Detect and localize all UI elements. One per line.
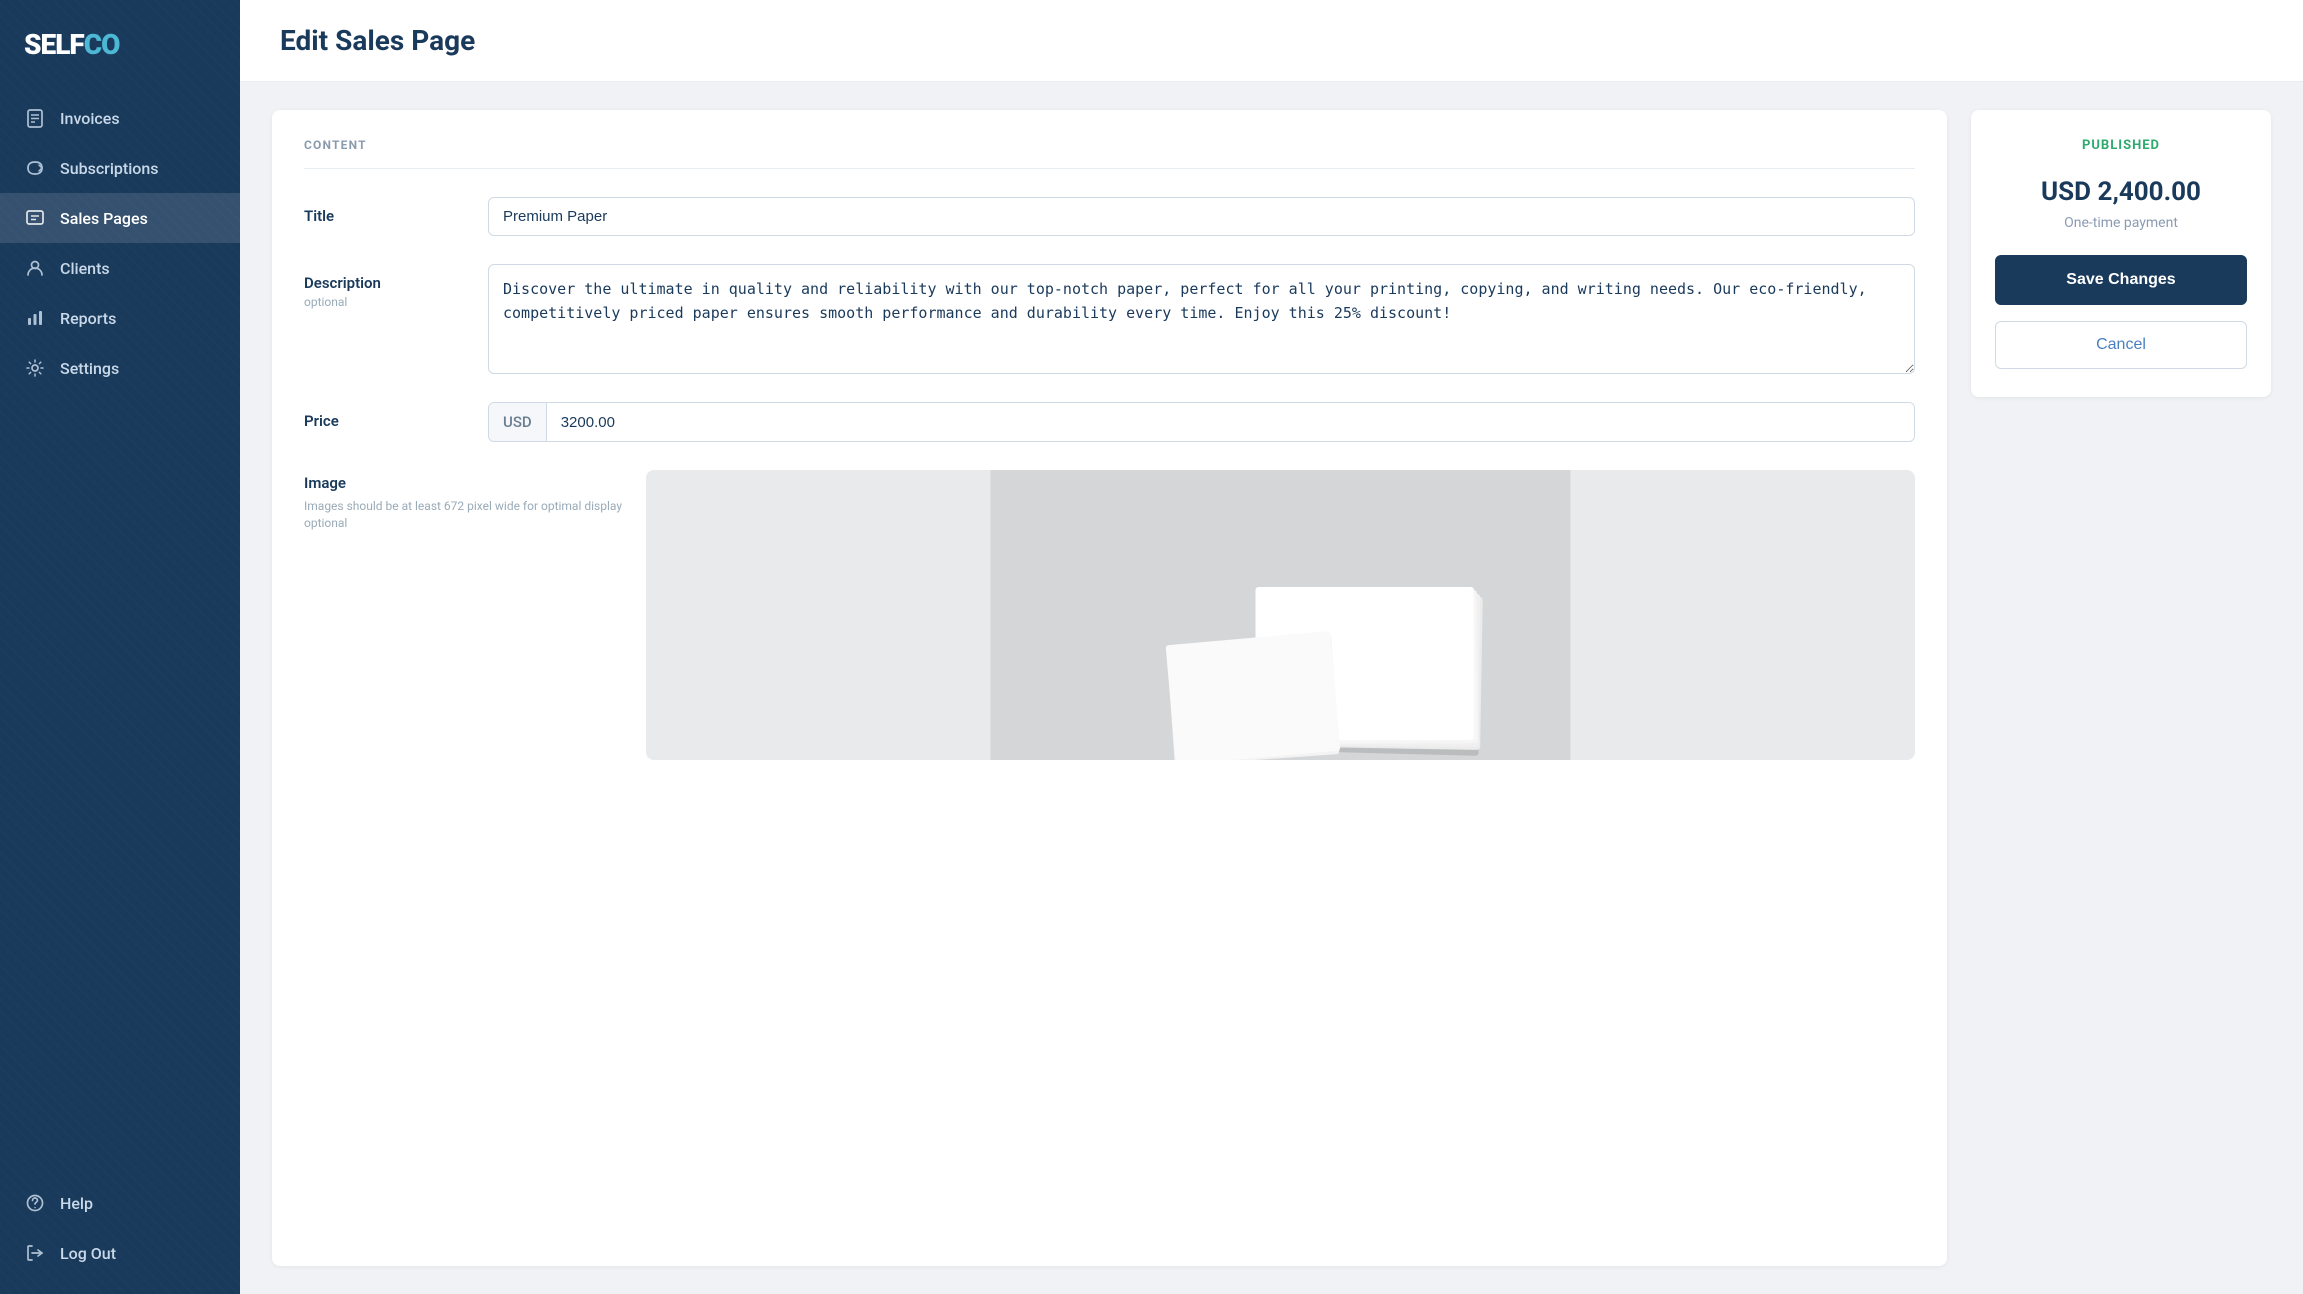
reports-icon <box>24 307 46 329</box>
sidebar-item-help[interactable]: Help <box>0 1178 240 1228</box>
sidebar-item-invoices[interactable]: Invoices <box>0 93 240 143</box>
payment-type: One-time payment <box>2064 215 2178 231</box>
section-label: CONTENT <box>304 138 1915 169</box>
content-area: CONTENT Title Description optional Disco… <box>240 82 2303 1294</box>
published-badge: PUBLISHED <box>2082 138 2160 153</box>
sidebar-item-subscriptions[interactable]: Subscriptions <box>0 143 240 193</box>
main-content: Edit Sales Page CONTENT Title Descriptio… <box>240 0 2303 1294</box>
title-label: Title <box>304 207 464 225</box>
image-preview[interactable] <box>646 470 1915 760</box>
sales-pages-icon <box>24 207 46 229</box>
clients-icon <box>24 257 46 279</box>
sidebar-item-logout-label: Log Out <box>60 1244 116 1263</box>
description-optional: optional <box>304 295 464 309</box>
image-label-group: Image Images should be at least 672 pixe… <box>304 470 622 532</box>
price-input-group: USD <box>488 402 1915 442</box>
page-header: Edit Sales Page <box>240 0 2303 82</box>
page-title: Edit Sales Page <box>280 24 2263 57</box>
sidebar-item-sales-pages-label: Sales Pages <box>60 209 148 228</box>
logo: SELFCO <box>0 0 240 93</box>
right-panel: PUBLISHED USD 2,400.00 One-time payment … <box>1971 110 2271 1266</box>
sidebar-item-clients[interactable]: Clients <box>0 243 240 293</box>
sidebar-item-invoices-label: Invoices <box>60 109 120 128</box>
help-icon <box>24 1192 46 1214</box>
price-display: USD 2,400.00 <box>2041 177 2201 207</box>
sidebar-item-settings-label: Settings <box>60 359 119 378</box>
sidebar-item-logout[interactable]: Log Out <box>0 1228 240 1278</box>
price-label-group: Price <box>304 402 464 430</box>
description-label-group: Description optional <box>304 264 464 309</box>
product-image-svg <box>646 470 1915 760</box>
subscriptions-icon <box>24 157 46 179</box>
description-label: Description <box>304 274 464 292</box>
title-row: Title <box>304 197 1915 236</box>
description-row: Description optional Discover the ultima… <box>304 264 1915 374</box>
title-label-group: Title <box>304 197 464 225</box>
price-row: Price USD <box>304 402 1915 442</box>
logo-text: SELFCO <box>24 28 119 61</box>
sidebar: SELFCO Invoices <box>0 0 240 1294</box>
price-label: Price <box>304 412 464 430</box>
price-currency: USD <box>489 403 547 441</box>
settings-icon <box>24 357 46 379</box>
cancel-button[interactable]: Cancel <box>1995 321 2247 369</box>
save-changes-button[interactable]: Save Changes <box>1995 255 2247 305</box>
sidebar-item-help-label: Help <box>60 1194 93 1213</box>
sidebar-item-clients-label: Clients <box>60 259 110 278</box>
sidebar-item-subscriptions-label: Subscriptions <box>60 159 159 178</box>
sidebar-nav: Invoices Subscriptions Sal <box>0 93 240 1294</box>
invoice-icon <box>24 107 46 129</box>
image-label: Image <box>304 474 622 492</box>
title-input[interactable] <box>488 197 1915 236</box>
logout-icon <box>24 1242 46 1264</box>
price-input[interactable] <box>547 403 1914 441</box>
image-hint: Images should be at least 672 pixel wide… <box>304 498 622 532</box>
sidebar-item-sales-pages[interactable]: Sales Pages <box>0 193 240 243</box>
image-row: Image Images should be at least 672 pixe… <box>304 470 1915 760</box>
sidebar-item-reports[interactable]: Reports <box>0 293 240 343</box>
status-card: PUBLISHED USD 2,400.00 One-time payment … <box>1971 110 2271 397</box>
sidebar-item-settings[interactable]: Settings <box>0 343 240 393</box>
sidebar-item-reports-label: Reports <box>60 309 116 328</box>
form-card: CONTENT Title Description optional Disco… <box>272 110 1947 1266</box>
description-textarea[interactable]: Discover the ultimate in quality and rel… <box>488 264 1915 374</box>
